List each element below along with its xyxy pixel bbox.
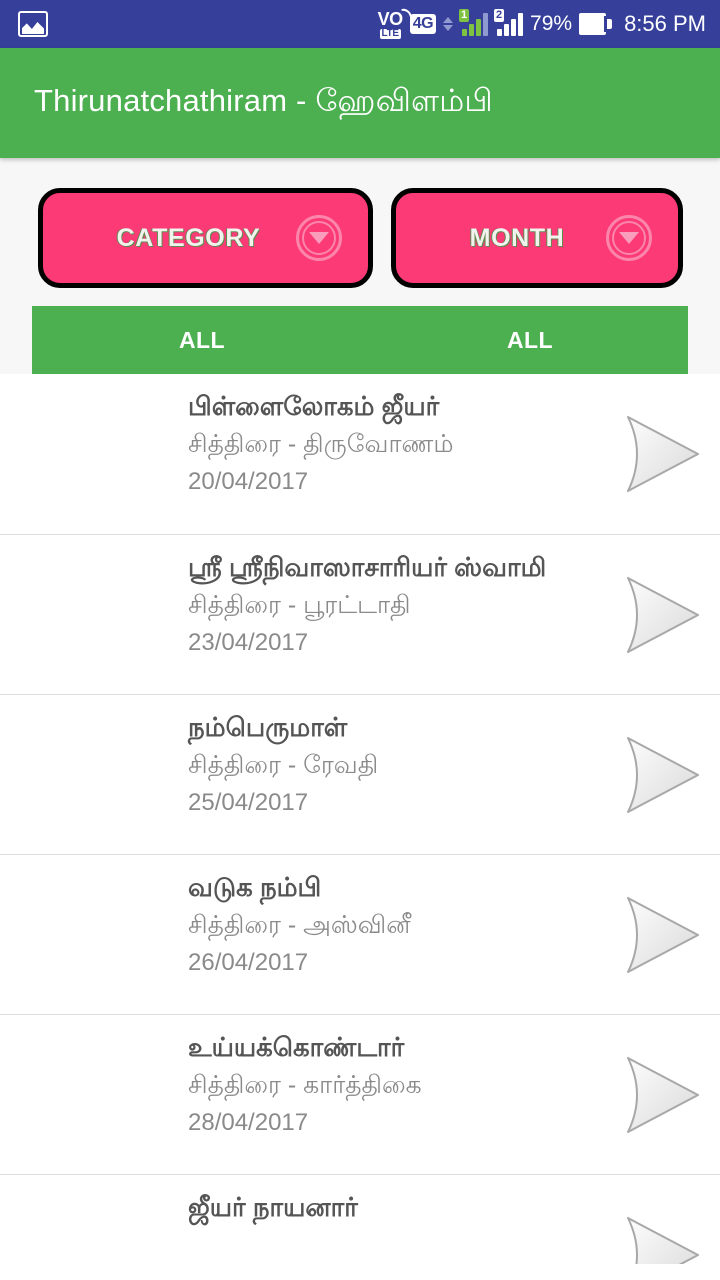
data-transfer-icon (443, 17, 454, 31)
sim2-signal-icon: 2 (494, 9, 524, 36)
list-item[interactable]: உய்யக்கொண்டார் சித்திரை - கார்த்திகை 28/… (0, 1014, 720, 1174)
chevron-down-circle-icon[interactable] (606, 215, 652, 261)
arrow-right-icon[interactable] (624, 574, 702, 656)
chevron-down-circle-icon[interactable] (296, 215, 342, 261)
category-filter-button[interactable]: CATEGORY (38, 188, 373, 288)
arrow-right-icon[interactable] (624, 894, 702, 976)
volte-lte-label: LTE (379, 27, 401, 39)
month-filter-label: MONTH (469, 223, 565, 252)
status-bar-left (18, 11, 48, 37)
arrow-right-icon[interactable] (624, 413, 702, 495)
filter-bar: CATEGORY MONTH (0, 158, 720, 288)
network-type-label: 4G (409, 14, 437, 34)
photo-icon (18, 11, 48, 37)
selection-bar-wrapper: ALL ALL (0, 288, 720, 374)
page-title: Thirunatchathiram - ஹேவிளம்பி (34, 83, 493, 118)
category-filter-label: CATEGORY (116, 223, 261, 252)
selected-month-value: ALL (507, 326, 553, 353)
list-item[interactable]: நம்பெருமாள் சித்திரை - ரேவதி 25/04/2017 (0, 694, 720, 854)
arrow-right-icon[interactable] (624, 734, 702, 816)
list-item[interactable]: வடுக நம்பி சித்திரை - அஸ்வினீ 26/04/2017 (0, 854, 720, 1014)
list-item[interactable]: ஸ்ரீ ஸ்ரீநிவாஸாசாரியர் ஸ்வாமி சித்திரை -… (0, 534, 720, 694)
arrow-right-icon[interactable] (624, 1214, 702, 1264)
arrow-right-icon[interactable] (624, 1054, 702, 1136)
status-bar-right: VO LTE 4G 1 2 79% 8:56 PM (377, 6, 706, 39)
sim2-number-label: 2 (494, 9, 505, 22)
volte-wave-icon (400, 6, 412, 18)
list-item[interactable]: பிள்ளைலோகம் ஜீயர் சித்திரை - திருவோணம் 2… (0, 374, 720, 534)
status-bar: VO LTE 4G 1 2 79% 8:56 PM (0, 0, 720, 48)
clock-label: 8:56 PM (624, 11, 706, 36)
battery-percent-label: 79% (530, 12, 573, 35)
volte-icon: VO LTE (377, 6, 412, 39)
event-list[interactable]: பிள்ளைலோகம் ஜீயர் சித்திரை - திருவோணம் 2… (0, 374, 720, 1264)
battery-icon (579, 13, 613, 35)
month-filter-button[interactable]: MONTH (391, 188, 683, 288)
sim1-number-label: 1 (459, 9, 470, 22)
sim1-signal-icon: 1 (459, 9, 489, 36)
selected-category-value: ALL (179, 326, 225, 353)
app-bar: Thirunatchathiram - ஹேவிளம்பி (0, 48, 720, 158)
volte-vo-label: VO (377, 8, 404, 29)
list-item[interactable]: ஜீயர் நாயனார் (0, 1174, 720, 1264)
selection-bar: ALL ALL (32, 306, 688, 374)
